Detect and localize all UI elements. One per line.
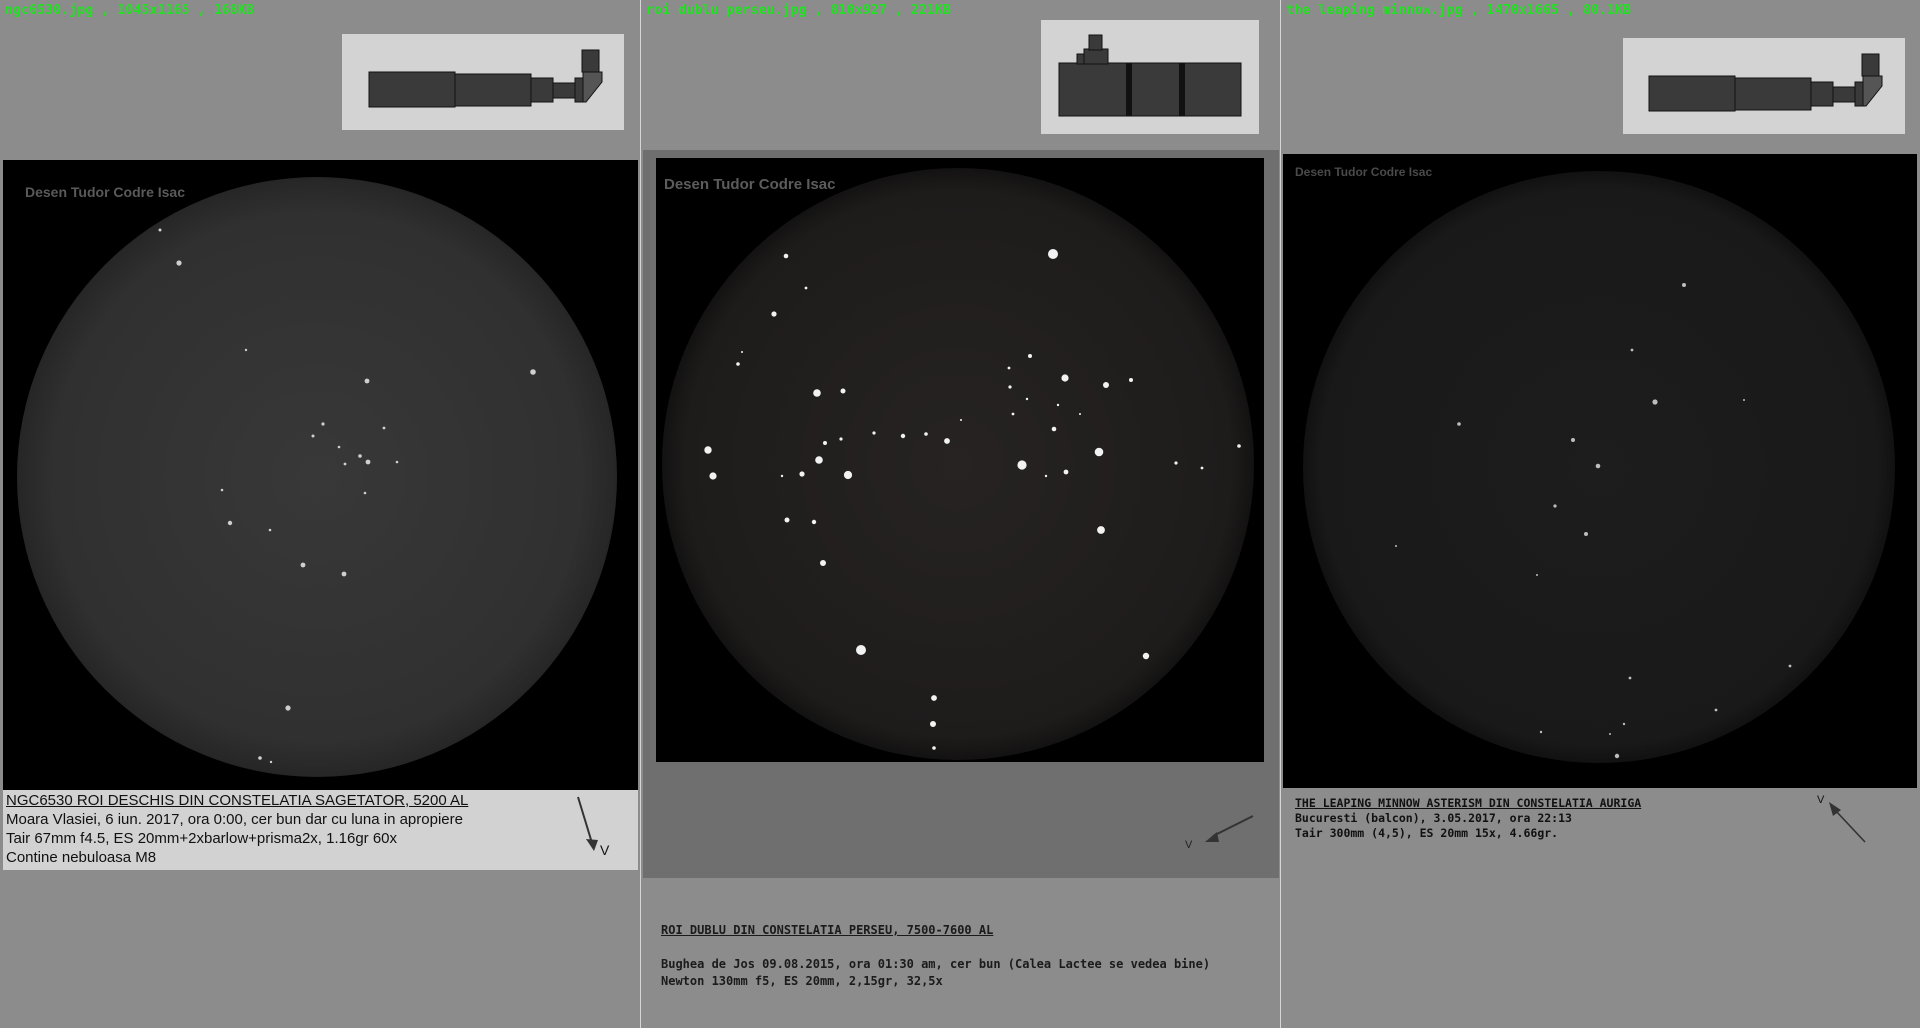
refractor-telescope-icon [1623,38,1905,134]
observation-location: Bucuresti (balcon), 3.05.2017, ora 22:13 [1295,811,1572,825]
file-caption: roi dublu perseu.jpg , 810x927 , 221KB [646,3,952,18]
file-caption: the leaping minnow.jpg , 1470x1665 , 80.… [1286,3,1632,18]
north-arrow-icon: V [570,793,610,863]
sketch-image-leaping-minnow: Desen Tudor Codre Isac [1283,154,1917,788]
sketch-frame: Desen Tudor Codre Isac ROI DUBLU DIN CON… [643,150,1279,988]
observation-location: Moara Vlasiei, 6 iun. 2017, ora 0:00, ce… [6,811,463,828]
refractor-telescope-icon [342,34,624,130]
sketch-description: THE LEAPING MINNOW ASTERISM DIN CONSTELA… [1295,796,1641,841]
watermark: Desen Tudor Codre Isac [1295,165,1432,179]
sketch-description: ROI DUBLU DIN CONSTELATIA PERSEU, 7500-7… [661,922,1210,990]
notes: Contine nebuloasa M8 [6,849,157,866]
north-label: V [600,842,610,858]
instrument-details: Newton 130mm f5, ES 20mm, 2,15gr, 32,5x [661,974,943,988]
north-label: V [1185,839,1193,851]
sketch-description: NGC6530 ROI DESCHIS DIN CONSTELATIA SAGE… [3,790,638,870]
sketch-title: ROI DUBLU DIN CONSTELATIA PERSEU, 7500-7… [661,923,994,937]
thumbnail-panel-ngc6530[interactable]: ngc6530.jpg , 1045x1165 , 168KB Desen Tu… [0,0,640,1028]
sketch-title: NGC6530 ROI DESCHIS DIN CONSTELATIA SAGE… [6,792,469,809]
thumbnail-panel-leaping-minnow[interactable]: the leaping minnow.jpg , 1470x1665 , 80.… [1280,0,1920,1028]
sketch-title: THE LEAPING MINNOW ASTERISM DIN CONSTELA… [1295,796,1642,810]
watermark: Desen Tudor Codre Isac [25,184,185,200]
sketch-image-perseus: Desen Tudor Codre Isac [656,158,1264,762]
sketch-image-ngc6530: Desen Tudor Codre Isac [3,160,638,792]
newton-telescope-icon [1041,20,1259,134]
north-arrow-icon: V [1817,792,1877,850]
thumbnail-panel-perseus[interactable]: roi dublu perseu.jpg , 810x927 , 221KB D… [640,0,1280,1028]
north-label: V [1817,794,1825,806]
instrument-details: Tair 67mm f4.5, ES 20mm+2xbarlow+prisma2… [6,830,398,847]
north-arrow-icon: V [1181,812,1255,856]
file-caption: ngc6530.jpg , 1045x1165 , 168KB [5,3,254,18]
instrument-details: Tair 300mm (4,5), ES 20mm 15x, 4.66gr. [1295,826,1559,840]
observation-location: Bughea de Jos 09.08.2015, ora 01:30 am, … [661,957,1211,971]
watermark: Desen Tudor Codre Isac [664,176,835,193]
